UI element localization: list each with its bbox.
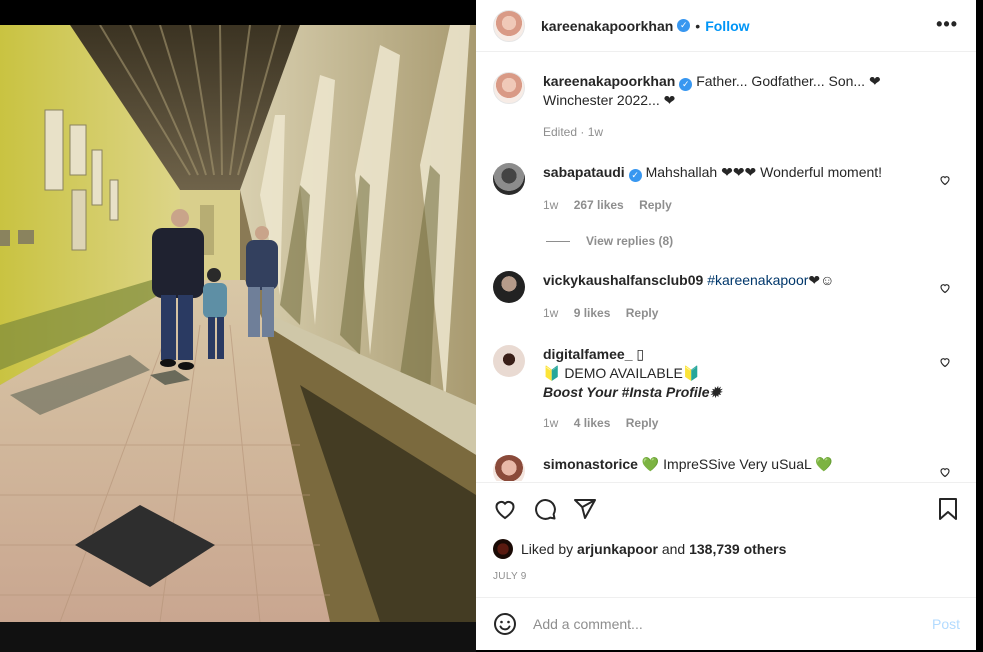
post-photo[interactable] [0,25,476,622]
comment-time: 1w [543,306,559,320]
header-separator: • [695,17,701,34]
liker-username[interactable]: arjunkapoor [577,541,658,557]
likes-middle: and [661,541,686,557]
comment-username[interactable]: vickykaushalfansclub09 [543,272,703,288]
replies-line [546,240,570,242]
comment-body: vickykaushalfansclub09 #kareenakapoor❤☺ [543,271,943,290]
post-side-panel: kareenakapoorkhan ✓ • Follow ••• kareena… [476,0,976,650]
heart-icon[interactable] [939,466,951,478]
photo-illustration [0,25,476,622]
caption-avatar[interactable] [493,72,525,104]
commenter-avatar[interactable] [493,455,525,481]
comment-username[interactable]: simonastorice [543,456,638,472]
commenter-avatar[interactable] [493,271,525,303]
reply-button[interactable]: Reply [626,306,659,320]
post-actions: Liked by arjunkapoor and 138,739 others … [476,482,976,597]
post-modal: kareenakapoorkhan ✓ • Follow ••• kareena… [0,0,983,652]
caption-body: kareenakapoorkhan ✓ Father... Godfather..… [543,72,943,110]
verified-icon: ✓ [628,169,642,182]
post-date: JULY 9 [493,571,527,582]
verified-icon: ✓ [679,78,693,91]
liker-avatar[interactable] [493,539,513,559]
bookmark-icon[interactable] [936,497,960,521]
comment-text: ❤☺ [808,272,835,288]
reply-button[interactable]: Reply [639,198,672,212]
comment-time: 1w [543,198,559,212]
comments-list[interactable]: kareenakapoorkhan ✓ Father... Godfather..… [476,53,976,481]
view-replies-button[interactable]: View replies (8) [546,234,673,248]
comment-icon[interactable] [533,497,557,521]
caption-username[interactable]: kareenakapoorkhan [543,73,675,89]
comment-username[interactable]: digitalfamee_ [543,346,632,362]
comment-body: simonastorice 💚 ImpreSSive Very uSuaL 💚 [543,455,943,474]
comment-time: 1w [543,416,559,430]
comment-text: 💚 ImpreSSive Very uSuaL 💚 [641,456,833,472]
view-replies-label: View replies (8) [586,234,674,248]
share-icon[interactable] [573,497,597,521]
reply-button[interactable]: Reply [626,416,659,430]
comment-suffix: ▯ [636,346,645,362]
comment-hashtag[interactable]: #kareenakapoor [707,272,808,288]
heart-icon[interactable] [939,356,951,368]
heart-icon[interactable] [939,282,951,294]
comment-body: digitalfamee_ ▯ 🔰 DEMO AVAILABLE🔰 Boost … [543,345,943,402]
commenter-avatar[interactable] [493,163,525,195]
post-button[interactable]: Post [932,616,960,632]
comment-likes[interactable]: 4 likes [574,416,611,430]
photo-bottom-strip [0,622,476,652]
emoji-icon[interactable] [493,612,517,636]
likes-prefix: Liked by [521,541,574,557]
comment-likes[interactable]: 9 likes [574,306,611,320]
follow-button[interactable]: Follow [705,18,749,34]
comment-meta: 1w 4 likes Reply [543,416,670,430]
commenter-avatar[interactable] [493,345,525,377]
more-icon[interactable]: ••• [936,14,958,35]
likes-summary: Liked by arjunkapoor and 138,739 others [493,539,786,559]
comment-input[interactable] [533,616,913,632]
comment-line3: Boost Your #Insta Profile✹ [543,384,722,400]
heart-icon[interactable] [939,174,951,186]
add-comment-bar: Post [476,597,976,650]
likes-others[interactable]: 138,739 others [689,541,786,557]
comment-likes[interactable]: 267 likes [574,198,624,212]
comment-text: Mahshallah ❤❤❤ Wonderful moment! [645,164,883,180]
verified-icon: ✓ [677,19,691,32]
caption-meta: Edited · 1w [543,125,604,139]
heart-icon[interactable] [493,497,517,521]
author-avatar[interactable] [493,9,525,42]
comment-meta: 1w 9 likes Reply [543,306,670,320]
comment-username[interactable]: sabapataudi [543,164,625,180]
comment-line2: 🔰 DEMO AVAILABLE🔰 [543,365,701,381]
author-username[interactable]: kareenakapoorkhan [541,18,673,34]
comment-body: sabapataudi ✓ Mahshallah ❤❤❤ Wonderful mo… [543,163,943,182]
comment-meta: 1w 267 likes Reply [543,198,684,212]
post-header: kareenakapoorkhan ✓ • Follow ••• [476,0,976,52]
